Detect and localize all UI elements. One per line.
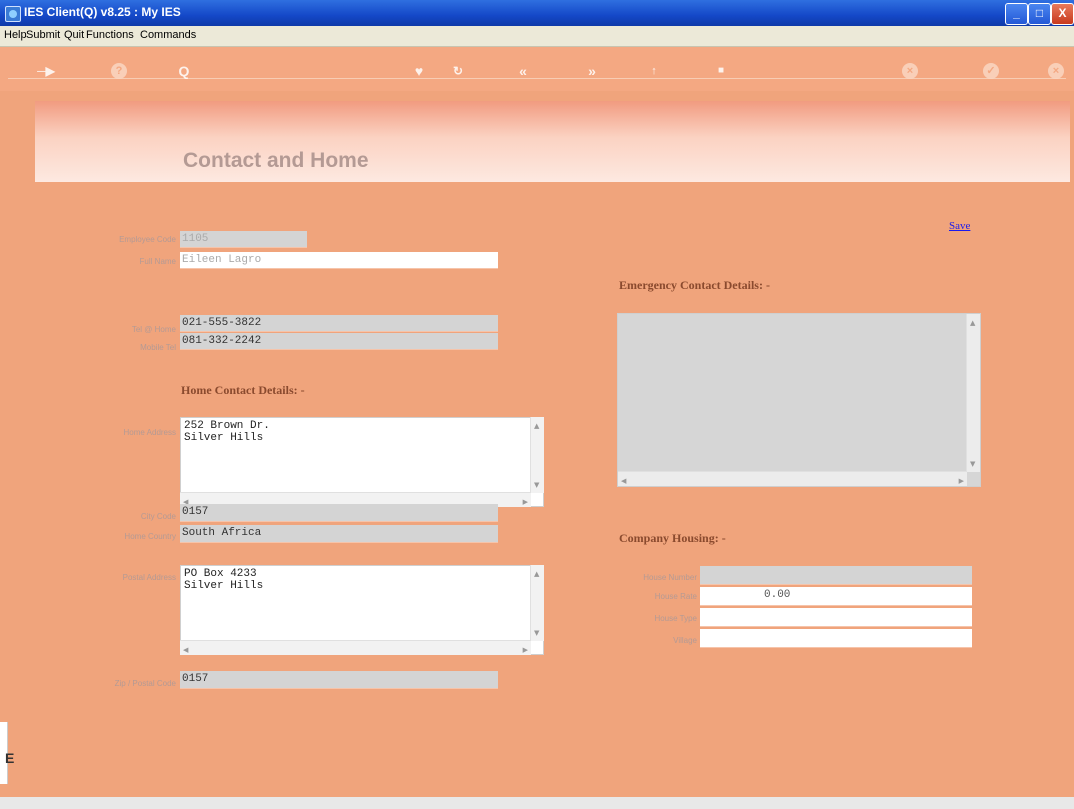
home-country-field[interactable]: South Africa — [180, 525, 498, 543]
emergency-vscroll[interactable]: ▲ ▼ — [966, 314, 980, 472]
tel-home-label: Tel @ Home — [131, 325, 176, 334]
employee-code-field[interactable]: 1105 — [180, 231, 307, 248]
minimize-button[interactable]: _ — [1005, 3, 1028, 25]
refresh-icon[interactable]: ↻ — [450, 63, 466, 79]
menu-quit[interactable]: Quit — [64, 29, 84, 41]
cancel-icon[interactable]: × — [902, 63, 918, 79]
save-link[interactable]: Save — [949, 220, 970, 232]
mobile-tel-label: Mobile Tel — [140, 343, 176, 352]
scroll-up-icon[interactable]: ▲ — [970, 317, 975, 329]
house-rate-field[interactable]: 0.00 — [700, 587, 972, 606]
city-code-field[interactable]: 0157 — [180, 504, 498, 522]
home-address-label: Home Address — [123, 428, 176, 437]
page-banner: Contact and Home — [35, 101, 1070, 182]
page-title: Contact and Home — [183, 149, 369, 172]
arrow-right-icon[interactable]: ─▶ — [34, 63, 58, 79]
rewind-icon[interactable]: « — [515, 63, 531, 79]
scroll-down-icon[interactable]: ▼ — [534, 627, 539, 639]
app-window: IES Client(Q) v8.25 : My IES _ □ X Help … — [0, 0, 1074, 809]
full-name-label: Full Name — [139, 257, 176, 266]
home-address-vscroll[interactable]: ▲ ▼ — [530, 417, 544, 493]
village-field[interactable] — [700, 629, 972, 648]
title-bar[interactable]: IES Client(Q) v8.25 : My IES _ □ X — [0, 0, 1074, 26]
scroll-left-icon[interactable]: ◀ — [183, 644, 188, 656]
scroll-right-icon[interactable]: ▶ — [523, 496, 528, 508]
menu-bar: Help Submit Quit Functions Commands — [0, 26, 1074, 47]
scroll-left-icon[interactable]: ◀ — [621, 475, 626, 487]
postal-address-vscroll[interactable]: ▲ ▼ — [530, 565, 544, 641]
help-icon[interactable]: ? — [111, 63, 127, 79]
postal-address-hscroll[interactable]: ◀ ▶ — [180, 640, 531, 655]
home-address-scrollbars: ▲ ▼ ◀ ▶ — [180, 417, 544, 507]
mobile-tel-field[interactable]: 081-332-2242 — [180, 333, 498, 350]
emergency-contact-textarea[interactable]: ▲ ▼ ◀ ▶ — [617, 313, 981, 487]
close-window-button[interactable]: X — [1051, 3, 1074, 25]
postal-address-label: Postal Address — [122, 573, 176, 582]
house-number-label: House Number — [643, 573, 697, 582]
scroll-right-icon[interactable]: ▶ — [523, 644, 528, 656]
scroll-up-icon[interactable]: ▲ — [534, 568, 539, 580]
house-type-field[interactable] — [700, 608, 972, 627]
postal-address-scrollbars: ▲ ▼ ◀ ▶ — [180, 565, 544, 655]
tel-home-field[interactable]: 021-555-3822 — [180, 315, 498, 332]
close-icon[interactable]: × — [1048, 63, 1064, 79]
house-rate-label: House Rate — [654, 592, 697, 601]
employee-code-label: Employee Code — [119, 235, 176, 244]
full-name-field[interactable]: Eileen Lagro — [180, 252, 498, 269]
side-panel-letter: E — [5, 750, 15, 766]
zip-code-field[interactable]: 0157 — [180, 671, 498, 689]
fast-forward-icon[interactable]: » — [584, 63, 600, 79]
menu-commands[interactable]: Commands — [140, 29, 196, 41]
city-code-label: City Code — [140, 512, 176, 521]
house-type-label: House Type — [654, 614, 697, 623]
scroll-right-icon[interactable]: ▶ — [959, 475, 964, 487]
scroll-down-icon[interactable]: ▼ — [970, 458, 975, 470]
menu-help[interactable]: Help — [4, 29, 27, 41]
home-contact-section-title: Home Contact Details: - — [181, 383, 305, 397]
app-icon — [5, 6, 21, 22]
heart-icon[interactable]: ♥ — [411, 63, 427, 79]
emergency-hscroll[interactable]: ◀ ▶ — [618, 471, 967, 486]
village-label: Village — [673, 636, 697, 645]
company-housing-section-title: Company Housing: - — [619, 531, 726, 545]
emergency-contact-section-title: Emergency Contact Details: - — [619, 278, 770, 292]
menu-functions[interactable]: Functions — [86, 29, 134, 41]
stop-icon[interactable]: ■ — [713, 63, 729, 79]
house-number-field[interactable] — [700, 566, 972, 585]
window-title: IES Client(Q) v8.25 : My IES — [24, 5, 181, 19]
status-bar — [0, 797, 1074, 809]
check-icon[interactable]: ✓ — [983, 63, 999, 79]
menu-submit[interactable]: Submit — [26, 29, 60, 41]
up-icon[interactable]: ↑ — [646, 63, 662, 79]
home-country-label: Home Country — [124, 532, 176, 541]
zip-code-label: Zip / Postal Code — [114, 679, 176, 688]
search-icon[interactable]: Q — [176, 63, 192, 79]
maximize-button[interactable]: □ — [1028, 3, 1051, 25]
scroll-down-icon[interactable]: ▼ — [534, 479, 539, 491]
scroll-up-icon[interactable]: ▲ — [534, 420, 539, 432]
